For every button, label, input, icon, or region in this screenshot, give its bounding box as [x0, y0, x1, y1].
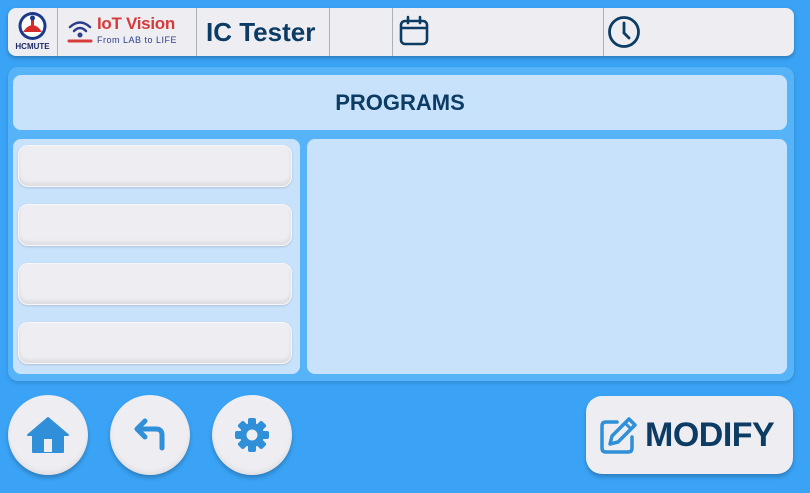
hcmute-label: HCMUTE — [15, 42, 50, 51]
app-title: IC Tester — [206, 17, 316, 47]
back-button[interactable] — [110, 395, 190, 475]
calendar-icon — [399, 15, 429, 46]
wifi-icon — [67, 21, 93, 43]
top-header: HCMUTE IoT Vision From LAB to LIFE IC Te… — [8, 8, 794, 56]
modify-button[interactable]: MODIFY — [586, 396, 793, 474]
edit-icon — [600, 417, 637, 454]
program-item-2[interactable] — [18, 204, 292, 246]
iot-vision-slogan: From LAB to LIFE — [97, 35, 178, 45]
home-button[interactable] — [8, 395, 88, 475]
program-detail-panel — [307, 139, 787, 374]
program-item-1[interactable] — [18, 145, 292, 187]
iot-vision-title: IoT Vision — [97, 14, 175, 33]
clock-icon — [608, 16, 640, 48]
modify-label: MODIFY — [645, 415, 775, 454]
home-icon — [27, 417, 69, 453]
time-cell — [603, 8, 794, 56]
hcmute-emblem-icon — [18, 12, 47, 40]
settings-button[interactable] — [212, 395, 292, 475]
back-arrow-icon — [134, 418, 165, 451]
program-item-4[interactable] — [18, 322, 292, 364]
program-list — [13, 139, 300, 374]
hcmute-logo: HCMUTE — [8, 8, 58, 56]
programs-title: PROGRAMS — [13, 75, 787, 130]
app-title-cell: IC Tester — [196, 8, 330, 56]
program-item-3[interactable] — [18, 263, 292, 305]
header-spacer — [329, 8, 393, 56]
date-cell — [392, 8, 604, 56]
iot-vision-logo: IoT Vision From LAB to LIFE — [57, 8, 197, 56]
gear-icon — [235, 418, 269, 452]
main-panel: PROGRAMS — [8, 67, 794, 381]
